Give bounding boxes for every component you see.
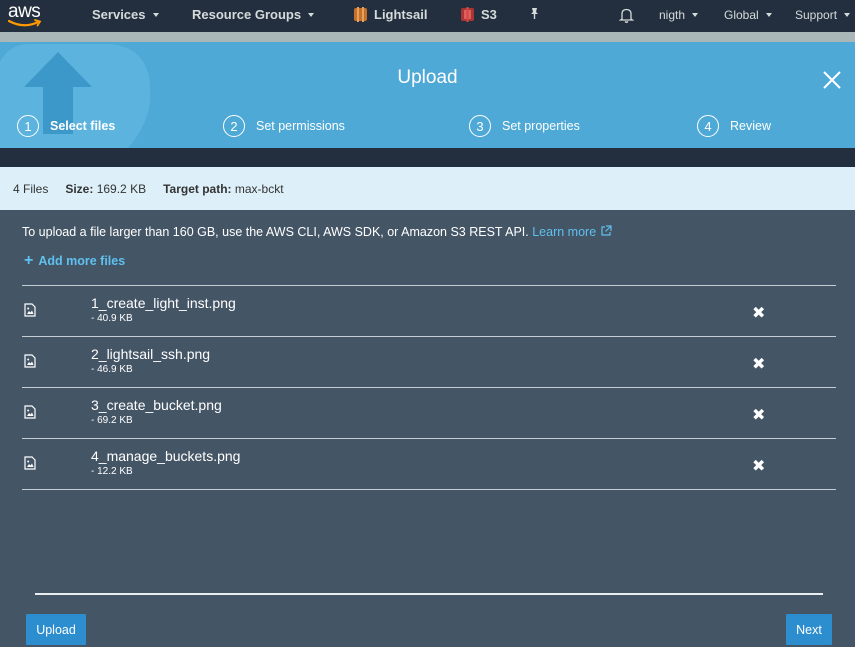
lightsail-shortcut[interactable]: Lightsail — [354, 7, 427, 22]
lightsail-icon — [354, 7, 367, 22]
resource-groups-label: Resource Groups — [192, 7, 302, 22]
file-count: 4 Files — [13, 181, 49, 196]
learn-more-link[interactable]: Learn more — [532, 225, 612, 239]
step-label: Select files — [50, 119, 116, 133]
image-file-icon — [24, 456, 36, 470]
target-path-value: max-bckt — [234, 181, 284, 196]
add-more-files-button[interactable]: + Add more files — [24, 252, 126, 269]
target-path-label: Target path: — [163, 181, 232, 196]
region-menu[interactable]: Global — [724, 8, 772, 22]
support-menu[interactable]: Support — [795, 8, 851, 22]
step-select-files[interactable]: 1 Select files — [17, 115, 115, 137]
upload-info: To upload a file larger than 160 GB, use… — [22, 225, 612, 239]
step-label: Review — [730, 119, 771, 133]
pin-button[interactable] — [528, 7, 540, 20]
remove-file-button[interactable]: ✖ — [752, 354, 765, 374]
learn-more-label: Learn more — [532, 225, 597, 239]
s3-shortcut[interactable]: S3 — [461, 7, 497, 22]
notifications-button[interactable] — [619, 7, 634, 23]
file-size: - 12.2 KB — [91, 466, 133, 477]
step-review[interactable]: 4 Review — [697, 115, 771, 137]
top-navigation: aws Services Resource Groups Lightsail S… — [0, 0, 855, 32]
close-icon[interactable] — [822, 70, 842, 90]
upload-content: To upload a file larger than 160 GB, use… — [0, 210, 855, 647]
lightsail-label: Lightsail — [374, 7, 428, 22]
step-set-properties[interactable]: 3 Set properties — [469, 115, 580, 137]
region-label: Global — [724, 8, 759, 22]
remove-file-button[interactable]: ✖ — [752, 405, 765, 425]
size-label: Size: — [65, 181, 94, 196]
upload-info-text: To upload a file larger than 160 GB, use… — [22, 225, 529, 239]
chevron-down-icon — [308, 12, 315, 17]
chevron-down-icon — [692, 13, 699, 17]
nav-divider — [0, 32, 855, 42]
step-number: 3 — [469, 115, 491, 137]
upload-summary-bar: 4 Files Size: 169.2 KB Target path: max-… — [0, 167, 855, 210]
add-more-files-label: Add more files — [38, 254, 126, 268]
step-number: 2 — [223, 115, 245, 137]
file-row: 1_create_light_inst.png - 40.9 KB ✖ — [22, 286, 836, 337]
remove-file-button[interactable]: ✖ — [752, 456, 765, 476]
s3-icon — [461, 7, 474, 22]
chevron-down-icon — [844, 13, 851, 17]
upload-modal-header: Upload 1 Select files 2 Set permissions … — [0, 42, 855, 148]
account-label: nigth — [659, 8, 686, 22]
file-size: - 46.9 KB — [91, 364, 133, 375]
file-row: 3_create_bucket.png - 69.2 KB ✖ — [22, 388, 836, 439]
file-list: 1_create_light_inst.png - 40.9 KB ✖ 2_li… — [22, 285, 836, 490]
step-number: 1 — [17, 115, 39, 137]
size-value: 169.2 KB — [96, 181, 147, 196]
support-label: Support — [795, 8, 838, 22]
account-menu[interactable]: nigth — [659, 8, 699, 22]
step-label: Set properties — [502, 119, 580, 133]
modal-title: Upload — [397, 67, 458, 88]
step-number: 4 — [697, 115, 719, 137]
remove-file-button[interactable]: ✖ — [752, 303, 765, 323]
chevron-down-icon — [152, 12, 159, 17]
file-row: 2_lightsail_ssh.png - 46.9 KB ✖ — [22, 337, 836, 388]
upload-button[interactable]: Upload — [26, 614, 86, 645]
pin-icon — [531, 8, 538, 19]
resource-groups-menu[interactable]: Resource Groups — [192, 7, 315, 22]
file-name: 4_manage_buckets.png — [91, 448, 241, 464]
bell-icon — [619, 8, 634, 23]
step-set-permissions[interactable]: 2 Set permissions — [223, 115, 345, 137]
footer-divider — [35, 593, 823, 595]
file-name: 3_create_bucket.png — [91, 397, 222, 413]
step-label: Set permissions — [256, 119, 345, 133]
s3-label: S3 — [481, 7, 497, 22]
image-file-icon — [24, 405, 36, 419]
image-file-icon — [24, 354, 36, 368]
aws-logo[interactable]: aws — [6, 1, 46, 28]
file-size: - 40.9 KB — [91, 313, 133, 324]
plus-icon: + — [24, 252, 34, 269]
file-size: - 69.2 KB — [91, 415, 133, 426]
services-label: Services — [92, 7, 146, 22]
file-name: 1_create_light_inst.png — [91, 295, 236, 311]
services-menu[interactable]: Services — [92, 7, 159, 22]
file-name: 2_lightsail_ssh.png — [91, 346, 211, 362]
image-file-icon — [24, 303, 36, 317]
file-row: 4_manage_buckets.png - 12.2 KB ✖ — [22, 439, 836, 490]
next-button[interactable]: Next — [786, 614, 832, 645]
external-link-icon — [601, 225, 612, 236]
chevron-down-icon — [765, 13, 772, 17]
aws-smile-icon — [8, 19, 42, 27]
